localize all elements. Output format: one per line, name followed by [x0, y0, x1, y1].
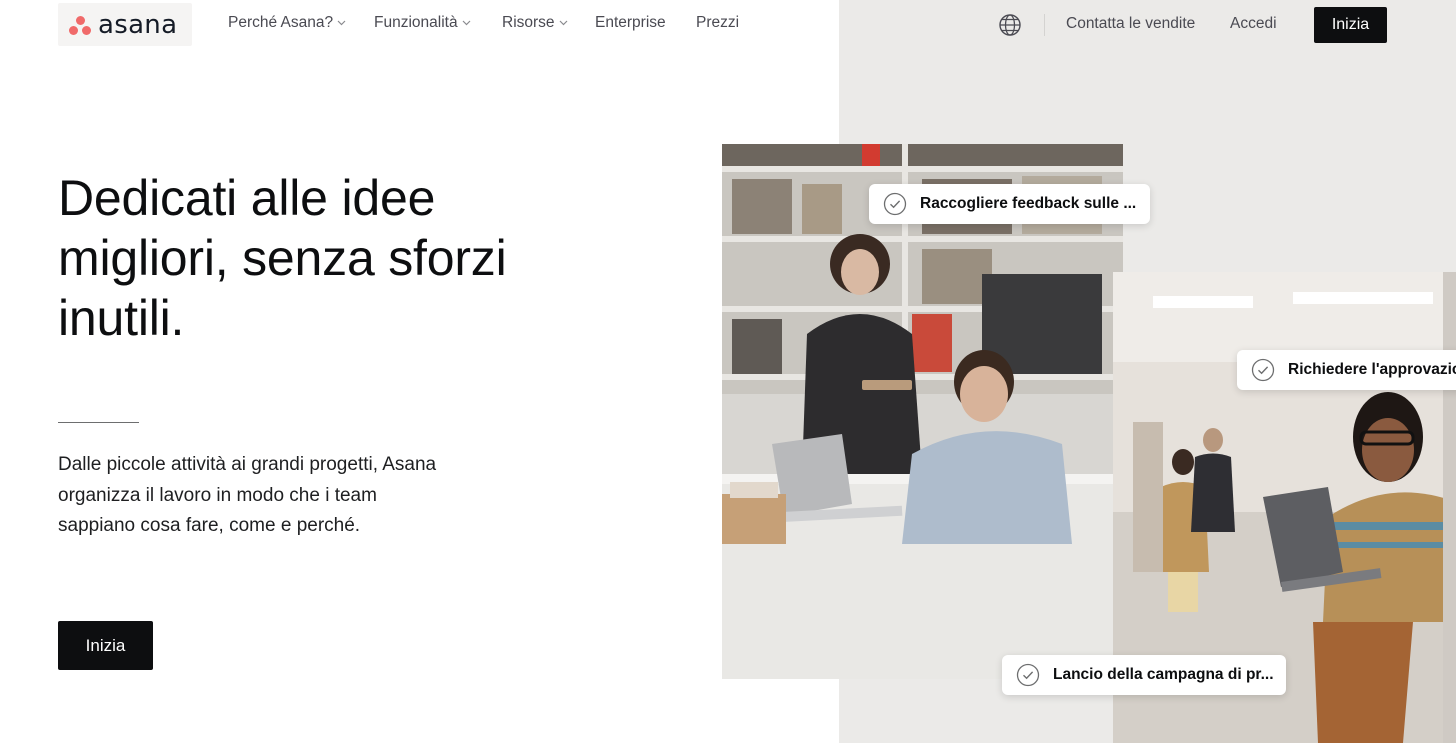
- login-link[interactable]: Accedi: [1230, 15, 1277, 33]
- nav-label: Funzionalità: [374, 14, 458, 31]
- check-circle-icon[interactable]: [883, 192, 907, 216]
- header-get-started-button[interactable]: Inizia: [1314, 7, 1387, 43]
- asana-logo-icon: [68, 14, 92, 36]
- nav-item-resources[interactable]: Risorse: [502, 14, 568, 32]
- nav-item-enterprise[interactable]: Enterprise: [595, 14, 666, 32]
- hero-title: Dedicati alle idee migliori, senza sforz…: [58, 168, 658, 348]
- nav-label: Prezzi: [696, 14, 740, 31]
- nav-item-pricing[interactable]: Prezzi: [696, 14, 739, 32]
- nav-item-why-asana[interactable]: Perché Asana?: [228, 14, 346, 32]
- asana-logo[interactable]: asana: [58, 3, 192, 46]
- chevron-down-icon: [559, 20, 567, 26]
- office-team-photo: [722, 144, 1123, 679]
- task-label: Lancio della campagna di pr...: [1053, 666, 1274, 683]
- hero-description-line: sappiano cosa fare, come e perché.: [58, 515, 361, 536]
- hero-title-line: Dedicati alle idee: [58, 170, 436, 226]
- contact-sales-link[interactable]: Contatta le vendite: [1066, 15, 1195, 33]
- nav-label: Risorse: [502, 14, 555, 31]
- check-circle-icon[interactable]: [1016, 663, 1040, 687]
- task-card[interactable]: Richiedere l'approvazio: [1237, 350, 1456, 390]
- logo-wordmark: asana: [98, 9, 178, 40]
- hero-title-line: inutili.: [58, 290, 185, 346]
- hero-divider: [58, 422, 139, 423]
- hero-title-line: migliori, senza sforzi: [58, 230, 507, 286]
- hero-get-started-button[interactable]: Inizia: [58, 621, 153, 670]
- nav-label: Enterprise: [595, 14, 666, 31]
- header-divider: [1044, 14, 1045, 36]
- check-circle-icon[interactable]: [1251, 358, 1275, 382]
- hero-description-line: Dalle piccole attività ai grandi progett…: [58, 454, 437, 475]
- nav-label: Perché Asana?: [228, 14, 334, 31]
- site-header: asana Perché Asana? Funzionalità Risorse…: [0, 0, 1456, 50]
- task-card[interactable]: Lancio della campagna di pr...: [1002, 655, 1286, 695]
- task-label: Richiedere l'approvazio: [1288, 361, 1456, 378]
- chevron-down-icon: [337, 20, 346, 26]
- chevron-down-icon: [462, 20, 471, 26]
- task-card[interactable]: Raccogliere feedback sulle ...: [869, 184, 1150, 224]
- hero-description: Dalle piccole attività ai grandi progett…: [58, 450, 488, 542]
- globe-icon[interactable]: [998, 13, 1022, 37]
- nav-item-features[interactable]: Funzionalità: [374, 14, 471, 32]
- hero-description-line: organizza il lavoro in modo che i team: [58, 484, 377, 506]
- task-label: Raccogliere feedback sulle ...: [920, 195, 1137, 212]
